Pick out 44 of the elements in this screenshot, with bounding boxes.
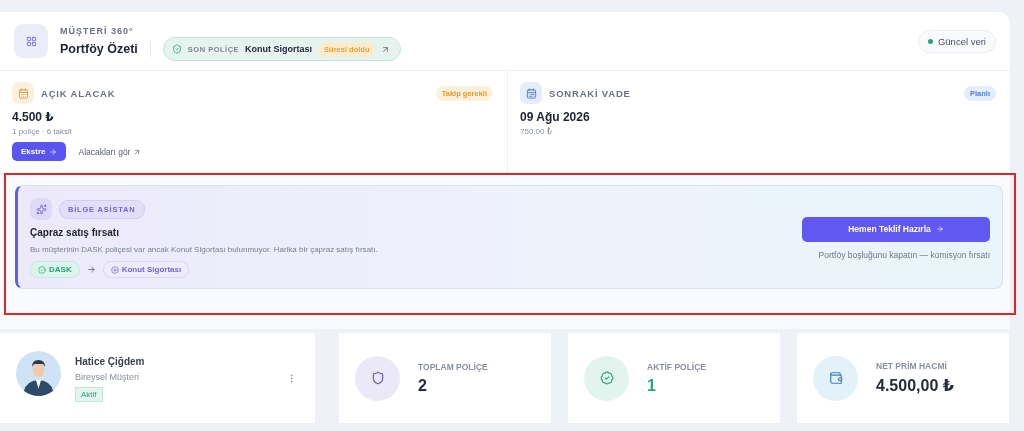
shield-check-icon <box>171 44 182 54</box>
metric-label: AÇIK ALACAK <box>41 87 116 99</box>
check-circle-icon <box>38 265 46 274</box>
metric-value: 4.500 ₺ <box>12 110 55 124</box>
arrow-right-icon <box>49 147 58 156</box>
section-eyebrow: MÜŞTERİ 360° <box>60 26 135 36</box>
arrow-up-right-icon <box>381 44 391 54</box>
stat-icon <box>355 355 400 401</box>
plus-circle-icon <box>110 265 119 274</box>
cta-note: Portföy boşluğunu kapatın — komisyon fırsatı <box>818 249 990 260</box>
stat-value: 4.500,00 ₺ <box>876 376 954 395</box>
metric-subtext: 1 poliçe · 6 taksit <box>12 127 74 136</box>
arrow-up-right-icon <box>133 147 142 156</box>
prepare-offer-button[interactable]: Hemen Teklif Hazırla <box>802 216 990 242</box>
calendar-icon <box>520 82 542 104</box>
avatar-drawing <box>16 351 61 396</box>
owned-policy-chip: DASK <box>30 261 80 278</box>
live-data-badge: Güncel veri <box>917 29 996 53</box>
customer-name: Hatice Çiğdem <box>75 356 146 367</box>
suggestion-title: Çapraz satış fırsatı <box>30 227 120 238</box>
stat-label: AKTİF POLİÇE <box>647 361 707 372</box>
arrow-right-icon <box>86 265 96 274</box>
metric-label: SONRAKİ VADE <box>549 87 631 99</box>
statement-button[interactable]: Ekstre <box>12 142 67 161</box>
stat-value: 2 <box>418 376 428 395</box>
stat-label: TOPLAM POLİÇE <box>418 361 488 372</box>
customer-type: Bireysel Müşteri <box>75 372 140 382</box>
metric-value: 09 Ağu 2026 <box>520 110 591 124</box>
metric-subtext: 750,00 ₺ <box>520 127 553 136</box>
calendar-icon <box>12 82 34 104</box>
arrow-right-icon <box>935 225 944 233</box>
section-title: Portföy Özeti <box>60 42 138 56</box>
grid-icon <box>14 24 48 58</box>
sparkles-icon <box>30 198 52 220</box>
stat-label: NET PRİM HACMİ <box>876 361 948 371</box>
missing-policy-chip: Konut Sigortası <box>102 261 190 278</box>
stat-icon <box>584 355 629 401</box>
suggestion-text: Bu müşterinin DASK poliçesi var ancak Konut Sigortası bulunmuyor. Harika bir çapraz satış fırsatı. <box>30 245 378 254</box>
stat-value: 1 <box>647 376 657 395</box>
status-dot-icon <box>927 38 933 44</box>
policy-name: Konut Sigortası <box>245 44 313 54</box>
receivables-link[interactable]: Alacakları gör <box>78 146 142 157</box>
stat-icon <box>813 355 858 401</box>
status-badge: Aktif <box>75 387 103 402</box>
